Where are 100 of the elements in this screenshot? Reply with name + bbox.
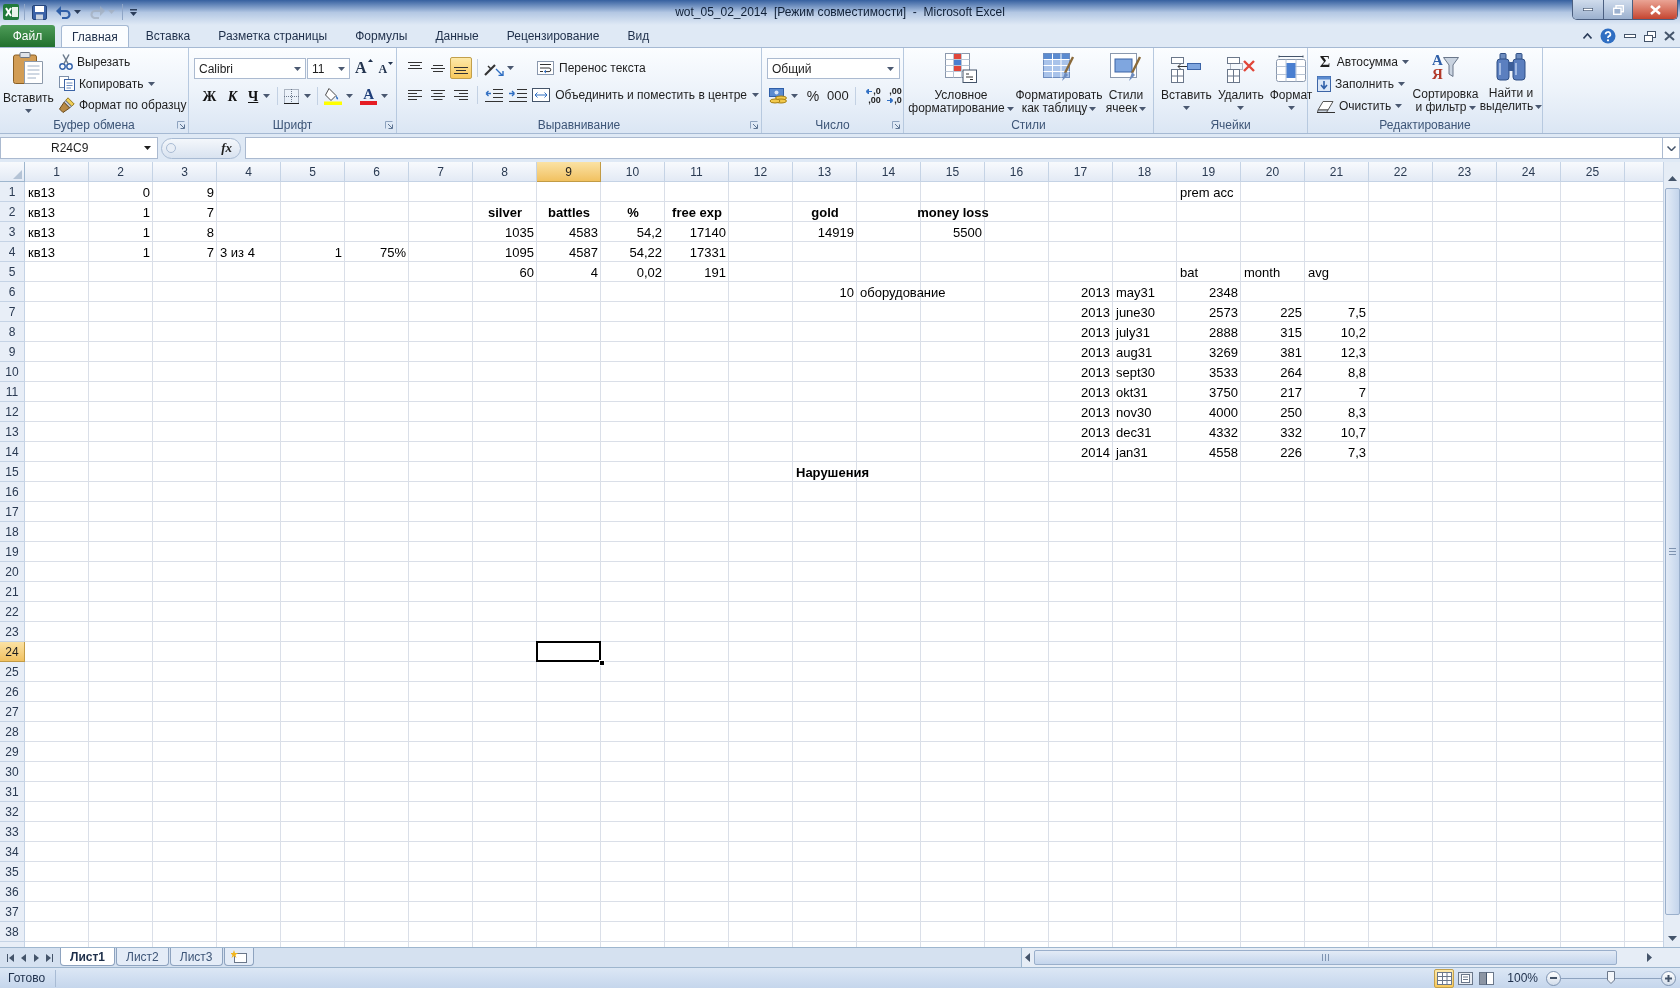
restore-icon[interactable] <box>1644 30 1656 42</box>
row-header[interactable]: 34 <box>0 842 25 862</box>
row-header[interactable]: 38 <box>0 922 25 942</box>
column-header[interactable]: 11 <box>665 162 729 182</box>
column-header[interactable]: 9 <box>537 162 601 182</box>
currency-format-button[interactable] <box>767 85 800 107</box>
next-sheet-icon[interactable] <box>33 953 39 962</box>
column-header[interactable]: 24 <box>1497 162 1561 182</box>
minimize-button[interactable] <box>1573 0 1604 19</box>
column-header[interactable]: 3 <box>153 162 217 182</box>
row-header[interactable]: 4 <box>0 242 25 262</box>
row-header[interactable]: 21 <box>0 582 25 602</box>
ribbon-tab[interactable]: Формулы <box>344 25 419 47</box>
conditional-formatting-button[interactable]: Условное форматирование <box>907 48 1015 114</box>
increase-decimal-button[interactable]: ,0 ,00 <box>859 85 881 107</box>
column-header[interactable]: 22 <box>1369 162 1433 182</box>
cell-styles-button[interactable]: Стили ячеек <box>1103 48 1149 114</box>
font-color-button[interactable]: A <box>358 85 391 107</box>
expand-formula-bar-button[interactable] <box>1663 137 1680 159</box>
sheet-tab[interactable]: Лист1 <box>60 948 116 966</box>
horizontal-scrollbar[interactable] <box>1021 948 1680 967</box>
column-header[interactable]: 13 <box>793 162 857 182</box>
normal-view-button[interactable] <box>1434 968 1455 988</box>
merge-center-button[interactable]: Объединить и поместить в центре <box>530 84 761 106</box>
formula-bar-handle[interactable]: fx <box>161 137 241 159</box>
row-header[interactable]: 22 <box>0 602 25 622</box>
formula-input[interactable] <box>245 137 1663 159</box>
format-cells-button[interactable]: Формат <box>1267 48 1315 114</box>
scroll-down-arrow-icon[interactable] <box>1667 936 1677 941</box>
percent-button[interactable]: % <box>804 85 822 107</box>
row-header[interactable]: 2 <box>0 202 25 222</box>
collapse-ribbon-icon[interactable] <box>1583 33 1592 39</box>
scroll-up-arrow-icon[interactable] <box>1667 176 1677 181</box>
row-header[interactable]: 36 <box>0 882 25 902</box>
name-box[interactable]: R24C9 <box>0 137 158 159</box>
column-header[interactable]: 25 <box>1561 162 1625 182</box>
column-header[interactable]: 7 <box>409 162 473 182</box>
row-header[interactable]: 11 <box>0 382 25 402</box>
format-as-table-button[interactable]: Форматировать как таблицу <box>1015 48 1103 114</box>
insert-function-button[interactable]: fx <box>219 139 234 157</box>
help-icon[interactable] <box>1600 28 1616 44</box>
row-header[interactable]: 3 <box>0 222 25 242</box>
find-select-button[interactable]: Найти и выделить <box>1480 48 1542 114</box>
scroll-right-arrow-icon[interactable] <box>1647 953 1652 962</box>
previous-sheet-icon[interactable] <box>21 953 27 962</box>
zoom-in-button[interactable] <box>1661 970 1676 986</box>
shrink-font-button[interactable]: A <box>378 58 394 79</box>
ribbon-tab[interactable]: Вид <box>616 25 661 47</box>
cut-button[interactable]: Вырезать <box>56 51 189 73</box>
italic-button[interactable]: К <box>222 85 243 107</box>
bold-button[interactable]: Ж <box>199 85 220 107</box>
row-header[interactable]: 8 <box>0 322 25 342</box>
row-header[interactable]: 5 <box>0 262 25 282</box>
autosum-button[interactable]: Σ Автосумма <box>1315 51 1411 73</box>
decrease-decimal-button[interactable]: ,00 ,0 <box>880 85 902 107</box>
row-header[interactable]: 16 <box>0 482 25 502</box>
ribbon-tab[interactable]: Главная <box>61 25 129 47</box>
sort-filter-button[interactable]: A Я Сортировка и фильтр <box>1411 48 1480 114</box>
column-header[interactable]: 16 <box>985 162 1049 182</box>
row-header[interactable]: 37 <box>0 902 25 922</box>
row-header[interactable]: 25 <box>0 662 25 682</box>
column-header[interactable]: 15 <box>921 162 985 182</box>
row-header[interactable]: 15 <box>0 462 25 482</box>
column-header[interactable]: 6 <box>345 162 409 182</box>
fill-color-button[interactable] <box>322 85 356 107</box>
column-header[interactable]: 4 <box>217 162 281 182</box>
fill-button[interactable]: Заполнить <box>1315 73 1411 95</box>
font-size-dropdown[interactable]: 11 <box>307 58 350 79</box>
row-header[interactable]: 6 <box>0 282 25 302</box>
row-header[interactable]: 10 <box>0 362 25 382</box>
column-header[interactable]: 2 <box>89 162 153 182</box>
column-header[interactable]: 8 <box>473 162 537 182</box>
minimize-icon[interactable] <box>1624 34 1636 38</box>
row-header[interactable]: 31 <box>0 782 25 802</box>
fill-handle[interactable] <box>599 660 605 666</box>
sheet-tab[interactable]: Лист3 <box>169 948 223 966</box>
column-header[interactable]: 10 <box>601 162 665 182</box>
row-header[interactable]: 24 <box>0 642 25 662</box>
column-header[interactable]: 18 <box>1113 162 1177 182</box>
insert-sheet-button[interactable] <box>223 948 254 966</box>
column-header[interactable]: 14 <box>857 162 921 182</box>
file-tab[interactable]: Файл <box>0 25 55 47</box>
ribbon-tab[interactable]: Вставка <box>134 25 202 47</box>
column-header[interactable]: 21 <box>1305 162 1369 182</box>
column-header[interactable]: 12 <box>729 162 793 182</box>
font-name-dropdown[interactable]: Calibri <box>194 58 306 79</box>
row-header[interactable]: 30 <box>0 762 25 782</box>
save-button[interactable] <box>30 2 49 22</box>
thousands-separator-button[interactable]: 000 <box>825 85 851 107</box>
format-painter-button[interactable]: Формат по образцу <box>56 94 189 116</box>
ribbon-tab[interactable]: Разметка страницы <box>207 25 339 47</box>
insert-cells-button[interactable]: Вставить <box>1159 48 1214 114</box>
row-header[interactable]: 18 <box>0 522 25 542</box>
zoom-out-button[interactable] <box>1546 970 1561 986</box>
row-header[interactable]: 12 <box>0 402 25 422</box>
scrollbar-thumb[interactable] <box>1034 950 1617 965</box>
column-header[interactable]: 5 <box>281 162 345 182</box>
copy-button[interactable]: Копировать <box>56 72 189 95</box>
grow-font-button[interactable]: A <box>355 58 373 79</box>
zoom-slider-thumb[interactable] <box>1607 970 1615 984</box>
